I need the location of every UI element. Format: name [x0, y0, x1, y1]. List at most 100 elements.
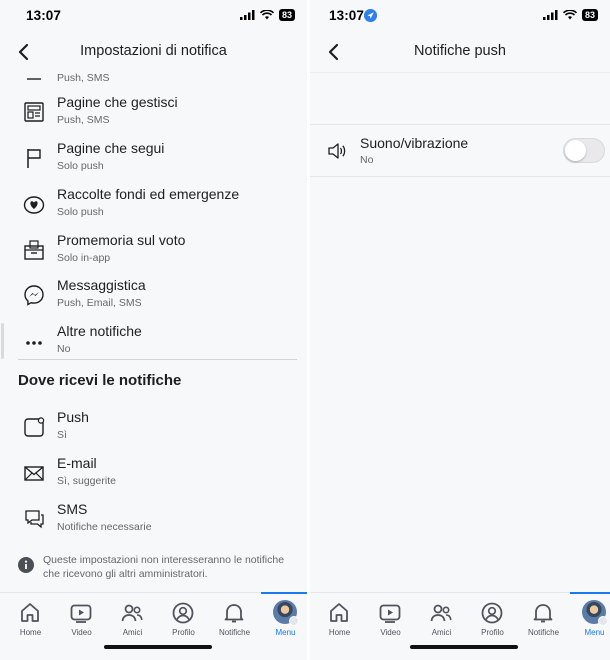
video-icon: [70, 604, 92, 623]
header-spacer: [310, 72, 610, 124]
friends-icon: [430, 604, 452, 622]
setting-row-subtitle: Push, Email, SMS: [57, 297, 142, 309]
pages-icon: [24, 102, 44, 122]
tab-video[interactable]: Video: [56, 593, 107, 645]
tab-label: Home: [19, 628, 42, 637]
channel-row-subtitle: Sì: [57, 429, 67, 441]
wifi-icon: [562, 10, 577, 20]
home-icon: [21, 603, 39, 622]
tab-friends[interactable]: Amici: [107, 593, 158, 645]
page-title: Impostazioni di notifica: [80, 43, 227, 59]
setting-row-subtitle: Push, SMS: [57, 114, 110, 126]
more-dots-icon: [26, 341, 42, 345]
profile-icon: [172, 602, 194, 624]
info-note: Queste impostazioni non interesseranno l…: [18, 553, 298, 583]
setting-row-title: Pagine che segui: [57, 140, 165, 156]
setting-row-followed-pages[interactable]: Pagine che segui Solo push: [0, 138, 307, 180]
status-icons: 83: [239, 9, 295, 21]
active-tab-indicator: [261, 592, 307, 594]
flag-icon: [27, 149, 41, 168]
channel-row-title: Push: [57, 409, 89, 425]
tab-label: Amici: [122, 628, 143, 637]
settings-list[interactable]: Push, SMS Pagine che gestisci Push, SMS …: [0, 72, 307, 590]
channel-row-sms[interactable]: SMS Notifiche necessarie: [0, 499, 307, 541]
fundraiser-heart-icon: [23, 196, 45, 214]
channel-row-title: SMS: [57, 501, 88, 517]
tab-video[interactable]: Video: [365, 593, 416, 645]
section-heading: Dove ricevi le notifiche: [18, 372, 182, 389]
setting-row-managed-pages[interactable]: Pagine che gestisci Push, SMS: [0, 92, 307, 134]
menu-badge-icon: [598, 616, 608, 626]
tab-home[interactable]: Home: [314, 593, 365, 645]
menu-badge-icon: [289, 616, 299, 626]
sms-bubble-icon: [25, 510, 44, 529]
sound-vibration-toggle[interactable]: [563, 138, 605, 163]
status-bar: 13:07 83: [310, 0, 610, 32]
status-icons: 83: [542, 9, 598, 21]
profile-icon: [481, 602, 503, 624]
status-time: 13:07: [329, 8, 365, 23]
home-icon: [330, 603, 348, 622]
tab-home[interactable]: Home: [5, 593, 56, 645]
sound-vibration-row[interactable]: Suono/vibrazione No: [310, 124, 610, 177]
scroll-indicator[interactable]: [1, 323, 4, 359]
channel-row-email[interactable]: E-mail Sì, suggerite: [0, 453, 307, 495]
battery-icon: 83: [278, 9, 295, 21]
signal-icon: [239, 10, 255, 20]
tab-label: Menu: [275, 628, 296, 637]
home-indicator: [104, 645, 212, 649]
status-time: 13:07: [26, 8, 62, 23]
tab-label: Home: [328, 628, 351, 637]
setting-row-subtitle: Solo in-app: [57, 252, 111, 264]
setting-row-title: Altre notifiche: [57, 323, 142, 339]
avatar-menu-icon: [582, 600, 608, 626]
tab-label: Profilo: [481, 628, 504, 637]
bell-icon: [533, 604, 553, 623]
setting-row-voting-reminders[interactable]: Promemoria sul voto Solo in-app: [0, 230, 307, 272]
tab-notifications[interactable]: Notifiche: [209, 593, 260, 645]
setting-row-messaging[interactable]: Messaggistica Push, Email, SMS: [0, 275, 307, 317]
battery-icon: 83: [581, 9, 598, 21]
right-screen: 13:07 83 Notifiche push Suono/vibrazione…: [310, 0, 610, 660]
channel-row-subtitle: Sì, suggerite: [57, 475, 116, 487]
partial-icon: [27, 78, 41, 80]
friends-icon: [121, 604, 143, 622]
setting-row-subtitle: No: [57, 343, 71, 355]
active-tab-indicator: [570, 592, 610, 594]
push-square-icon: [24, 417, 45, 437]
tab-label: Video: [71, 628, 92, 637]
home-indicator: [410, 645, 518, 649]
wifi-icon: [259, 10, 274, 20]
page-title: Notifiche push: [414, 43, 506, 59]
tab-friends[interactable]: Amici: [416, 593, 467, 645]
setting-row-partial[interactable]: Push, SMS: [0, 72, 307, 92]
tab-label: Menu: [584, 628, 605, 637]
sound-setting-subtitle: No: [360, 154, 374, 166]
channel-row-push[interactable]: Push Sì: [0, 407, 307, 449]
setting-row-title: Messaggistica: [57, 277, 146, 293]
left-screen: 13:07 83 Impostazioni di notifica Push, …: [0, 0, 307, 660]
info-icon: [18, 557, 34, 573]
tab-menu[interactable]: Menu: [569, 592, 610, 645]
bottom-tab-bar: Home Video Amici Profilo Notifiche Menu: [0, 592, 307, 660]
tab-profile[interactable]: Profilo: [158, 593, 209, 645]
tab-menu[interactable]: Menu: [260, 592, 307, 645]
info-note-text: Queste impostazioni non interesseranno l…: [43, 554, 285, 580]
ballot-box-icon: [24, 240, 44, 260]
tab-label: Notifiche: [218, 628, 251, 637]
speaker-icon: [328, 143, 346, 159]
setting-row-subtitle: Solo push: [57, 160, 104, 172]
setting-row-other-notifications[interactable]: Altre notifiche No: [0, 321, 307, 363]
tab-label: Amici: [431, 628, 452, 637]
setting-row-fundraisers[interactable]: Raccolte fondi ed emergenze Solo push: [0, 184, 307, 226]
tab-notifications[interactable]: Notifiche: [518, 593, 569, 645]
status-bar: 13:07 83: [0, 0, 307, 32]
location-arrow-icon: [364, 9, 377, 22]
bottom-tab-bar: Home Video Amici Profilo Notifiche Menu: [310, 592, 610, 660]
tab-label: Profilo: [172, 628, 195, 637]
setting-row-title: Pagine che gestisci: [57, 94, 178, 110]
tab-profile[interactable]: Profilo: [467, 593, 518, 645]
setting-row-subtitle: Solo push: [57, 206, 104, 218]
setting-row-title: Promemoria sul voto: [57, 232, 186, 248]
sound-setting-title: Suono/vibrazione: [360, 135, 469, 151]
